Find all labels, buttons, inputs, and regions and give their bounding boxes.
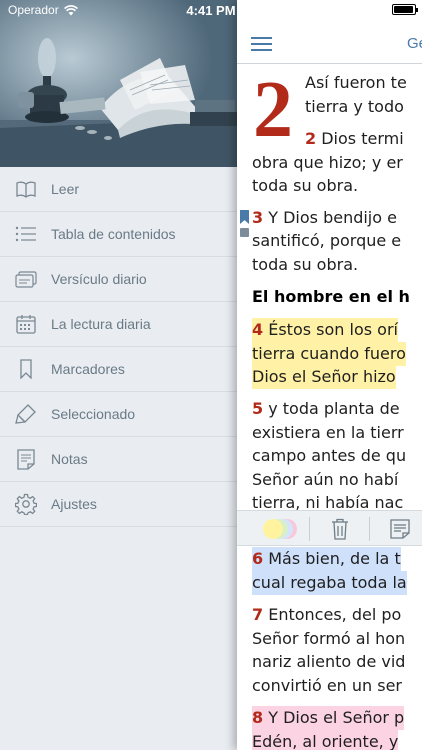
verse-number: 6 — [252, 549, 264, 568]
verse-line-highlighted[interactable]: 6 Más bien, de la t — [252, 547, 401, 571]
delete-button[interactable] — [317, 511, 362, 547]
book-open-icon — [15, 178, 37, 200]
verse-line-highlighted[interactable]: tierra cuando fuero — [252, 342, 406, 366]
sidebar-item-marcadores[interactable]: Marcadores — [0, 347, 237, 392]
sidebar-menu: Leer Tabla de contenidos Versículo diari… — [0, 167, 237, 527]
reader-panel[interactable]: Gé 2 Así fueron te tierra y todo 2 Dios … — [237, 0, 422, 750]
verse-line-highlighted[interactable]: cual regaba toda la — [252, 571, 407, 595]
sidebar-item-label: Tabla de contenidos — [51, 226, 176, 242]
sidebar-item-la-lectura-diaria[interactable]: La lectura diaria — [0, 302, 237, 347]
toolbar-divider — [309, 517, 310, 541]
verse-line[interactable]: 5 y toda planta de — [252, 397, 400, 421]
trash-icon — [331, 518, 348, 540]
verse-line[interactable]: nariz aliento de vid — [252, 650, 405, 674]
highlighter-icon — [15, 403, 37, 425]
verse-number: 8 — [252, 708, 264, 727]
sidebar-item-label: La lectura diaria — [51, 316, 151, 332]
verse-number: 3 — [252, 208, 264, 227]
verse-line[interactable]: Señor aún no habí — [252, 468, 398, 492]
verse-number: 7 — [252, 605, 264, 624]
verse-line[interactable]: 3 Y Dios bendijo e — [252, 206, 397, 230]
verse-number: 4 — [252, 320, 264, 339]
sidebar-item-label: Versículo diario — [51, 271, 147, 287]
bookmark-icon — [15, 358, 37, 380]
add-note-button[interactable] — [377, 511, 422, 547]
highlight-color-button[interactable] — [251, 511, 311, 547]
verse-line[interactable]: santificó, porque e — [252, 229, 401, 253]
verse-line[interactable]: Señor formó al hon — [252, 627, 405, 651]
clock: 4:41 PM — [186, 3, 236, 18]
selection-toolbar — [237, 510, 422, 546]
header-image — [0, 0, 237, 167]
note-icon — [15, 448, 37, 470]
sidebar-item-leer[interactable]: Leer — [0, 167, 237, 212]
book-still-life-illustration — [0, 0, 237, 167]
verse-line[interactable]: toda su obra. — [252, 174, 358, 198]
verse-line-highlighted[interactable]: Edén, al oriente, y — [252, 730, 399, 750]
chapter-number: 2 — [253, 66, 293, 154]
verse-line[interactable]: existiera en la tierr — [252, 421, 404, 445]
note-icon — [389, 519, 410, 539]
bookmark-marker-icon[interactable] — [240, 210, 249, 224]
status-bar: Operador 4:41 PM — [0, 0, 422, 20]
sidebar-item-seleccionado[interactable]: Seleccionado — [0, 392, 237, 437]
battery-icon — [392, 4, 418, 15]
sidebar-item-label: Notas — [51, 451, 88, 467]
book-title[interactable]: Gé — [407, 35, 422, 52]
verse-line[interactable]: toda su obra. — [252, 253, 358, 277]
sidebar-item-label: Ajustes — [51, 496, 97, 512]
verse-number: 2 — [305, 129, 317, 148]
verse-line[interactable]: campo antes de qu — [252, 444, 406, 468]
verse-number: 5 — [252, 399, 264, 418]
toolbar-divider — [369, 517, 370, 541]
note-marker-icon[interactable] — [240, 228, 249, 237]
sidebar-item-label: Marcadores — [51, 361, 125, 377]
verse-line-highlighted[interactable]: 8 Y Dios el Señor p — [252, 706, 405, 730]
color-palette-icon — [263, 519, 297, 539]
sidebar-item-versiculo-diario[interactable]: Versículo diario — [0, 257, 237, 302]
cards-icon — [15, 268, 37, 290]
sidebar-item-notas[interactable]: Notas — [0, 437, 237, 482]
verse-line[interactable]: tierra y todo — [305, 95, 404, 119]
sidebar-item-label: Seleccionado — [51, 406, 136, 422]
verse-line[interactable]: convirtió en un ser — [252, 674, 402, 698]
verse-line[interactable]: Así fueron te — [305, 71, 407, 95]
section-heading: El hombre en el h — [252, 287, 410, 306]
sidebar: Leer Tabla de contenidos Versículo diari… — [0, 0, 237, 750]
menu-icon[interactable] — [251, 37, 272, 51]
verse-line-highlighted[interactable]: Dios el Señor hizo — [252, 365, 396, 389]
calendar-icon — [15, 313, 37, 335]
sidebar-item-label: Leer — [51, 181, 80, 197]
list-icon — [15, 223, 37, 245]
gear-icon — [15, 493, 37, 515]
sidebar-item-ajustes[interactable]: Ajustes — [0, 482, 237, 527]
verse-line-highlighted[interactable]: 4 Éstos son los orí — [252, 318, 398, 342]
verse-line[interactable]: 2 Dios termi — [305, 127, 404, 151]
verse-line[interactable]: 7 Entonces, del po — [252, 603, 401, 627]
verse-line[interactable]: obra que hizo; y er — [252, 151, 403, 175]
sidebar-item-tabla-de-contenidos[interactable]: Tabla de contenidos — [0, 212, 237, 257]
